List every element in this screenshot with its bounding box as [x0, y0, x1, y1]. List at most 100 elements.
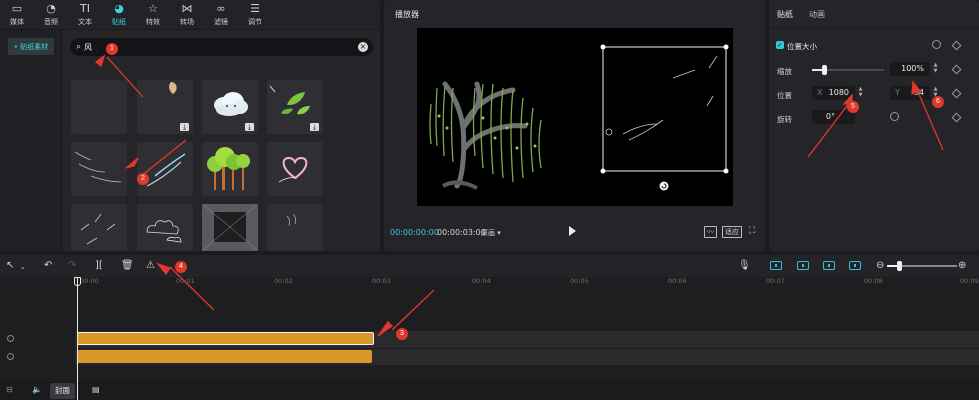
ruler-label: 00:07 — [766, 277, 785, 285]
film-icon[interactable]: ▤ — [92, 383, 100, 396]
keyframe-icon[interactable] — [951, 64, 962, 75]
position-x-input[interactable]: X 1080 — [812, 86, 855, 100]
tab-animation[interactable]: 动画 — [809, 9, 825, 20]
effects-icon: ☆ — [148, 2, 158, 15]
mute-icon[interactable]: 🔈 — [32, 383, 42, 396]
preview-frame — [429, 44, 729, 191]
delete-icon[interactable]: 🗑 — [121, 259, 134, 272]
fullscreen-icon[interactable]: ⛶ — [747, 226, 757, 238]
track-lock-icon[interactable] — [7, 335, 14, 342]
sticker-item[interactable] — [137, 204, 193, 251]
microphone-icon[interactable]: 🎙 — [738, 259, 751, 272]
sticker-item[interactable] — [71, 80, 127, 134]
tab-transitions[interactable]: ⋈ 转场 — [170, 0, 204, 30]
scale-input[interactable]: 100% — [890, 62, 930, 76]
annotation-badge: 2 — [137, 173, 149, 185]
zoom-out-icon[interactable]: ⊖ — [876, 259, 884, 272]
scale-stepper[interactable]: ▲ ▼ — [932, 62, 939, 76]
select-tool-icon[interactable]: ↖ — [6, 259, 14, 272]
sticker-item[interactable] — [202, 204, 258, 251]
playhead[interactable] — [77, 278, 78, 400]
scale-label: 缩放 — [777, 67, 792, 76]
sticker-item[interactable]: ⤓ — [267, 80, 323, 134]
ruler-label: 00:08 — [864, 277, 883, 285]
sticker-item[interactable]: ⤓ — [137, 80, 193, 134]
chevron-down-icon[interactable]: ⌄ — [20, 261, 26, 274]
annotation-badge: 3 — [396, 328, 408, 340]
tab-media[interactable]: ▭ 媒体 — [0, 0, 34, 30]
sticker-item[interactable] — [202, 142, 258, 196]
search-value[interactable]: 风 — [84, 42, 92, 53]
position-size-checkbox[interactable]: ✓ — [776, 41, 784, 49]
sticker-item[interactable] — [267, 204, 323, 251]
download-icon[interactable]: ⤓ — [180, 123, 189, 131]
rotate-value: 0° — [825, 112, 835, 121]
burst-sticker-thumb — [202, 204, 258, 251]
tab-label: 文本 — [78, 18, 92, 26]
keyframe-icon[interactable] — [951, 88, 962, 99]
top-tab-bar: ▭ 媒体 ◔ 音频 TI 文本 ◕ 贴纸 ☆ 特效 ⋈ 转场 ∞ 滤镜 ☰ 调节 — [0, 0, 380, 30]
track-toggle-icon[interactable]: ⊟ — [6, 383, 13, 396]
total-timecode: 00:00:03:00 — [437, 228, 486, 237]
sticker-item[interactable] — [137, 142, 193, 196]
reset-icon[interactable] — [932, 40, 941, 49]
willow-tree-image — [429, 81, 542, 190]
split-icon[interactable]: ][ — [95, 259, 103, 272]
keyframe-icon[interactable] — [951, 40, 962, 51]
ratio-button[interactable]: 适应 — [722, 226, 742, 238]
current-timecode: 00:00:00:00 — [390, 228, 439, 237]
adjust-icon: ☰ — [250, 2, 260, 15]
tab-text[interactable]: TI 文本 — [68, 0, 102, 30]
auto-snap-icon[interactable] — [797, 261, 809, 270]
timeline-toolbar: ↖ ⌄ ↶ ↷ ][ 🗑 ⚠ 🎙 ⊖ ⊕ — [0, 255, 979, 277]
download-icon[interactable]: ⤓ — [245, 123, 254, 131]
media-icon: ▭ — [11, 2, 23, 15]
play-icon[interactable] — [569, 226, 576, 236]
cover-button[interactable]: 封面 — [50, 383, 75, 399]
tab-filters[interactable]: ∞ 滤镜 — [204, 0, 238, 30]
tab-audio[interactable]: ◔ 音频 — [34, 0, 68, 30]
scribble-sticker-thumb — [80, 213, 116, 245]
tab-label: 特效 — [146, 18, 160, 26]
linkage-icon[interactable] — [823, 261, 835, 270]
y-prefix: Y — [895, 88, 900, 97]
material-sidebar: • 贴纸素材 — [0, 30, 62, 251]
tab-sticker[interactable]: 贴纸 — [777, 9, 793, 20]
cloud-outline-sticker-thumb — [146, 220, 182, 243]
waveform-icon[interactable]: 〰 — [704, 226, 717, 238]
scale-slider-handle[interactable] — [822, 65, 828, 75]
zoom-slider-handle[interactable] — [897, 261, 902, 271]
sidebar-item-sticker-material[interactable]: • 贴纸素材 — [8, 38, 54, 55]
position-x-value: 1080 — [828, 88, 849, 97]
sticker-item[interactable] — [71, 204, 127, 251]
close-icon[interactable]: × — [358, 42, 368, 52]
preview-axis-icon[interactable] — [849, 261, 861, 270]
properties-panel: 贴纸 动画 ✓ 位置大小 缩放 100% ▲ ▼ 位置 X 1080 ▲ ▼ Y 9… — [769, 0, 979, 251]
section-title: 位置大小 — [787, 42, 817, 51]
position-y-input[interactable]: Y 94 — [890, 86, 930, 100]
redo-icon[interactable]: ↷ — [68, 259, 76, 272]
rotate-input[interactable]: 0° — [812, 110, 855, 124]
sticker-clip[interactable] — [77, 332, 374, 345]
zoom-in-icon[interactable]: ⊕ — [958, 259, 966, 272]
download-icon[interactable]: ⤓ — [310, 123, 319, 131]
track-lock-icon[interactable] — [7, 353, 14, 360]
rotate-knob-icon[interactable] — [890, 112, 899, 121]
video-clip[interactable] — [77, 350, 372, 363]
main-track-magnet-icon[interactable] — [770, 261, 782, 270]
annotation-badge: 4 — [175, 261, 187, 273]
sticker-selection-box — [600, 44, 729, 191]
tab-adjust[interactable]: ☰ 调节 — [238, 0, 272, 30]
mirror-icon[interactable]: ⚠ — [146, 259, 155, 272]
undo-icon[interactable]: ↶ — [44, 259, 52, 272]
keyframe-icon[interactable] — [951, 112, 962, 123]
sticker-item[interactable]: ⤓ — [202, 80, 258, 134]
sticker-item[interactable] — [267, 142, 323, 196]
position-y-value: 94 — [913, 88, 924, 97]
video-canvas[interactable] — [417, 28, 733, 206]
tab-stickers[interactable]: ◕ 贴纸 — [102, 0, 136, 30]
position-x-stepper[interactable]: ▲ ▼ — [857, 86, 864, 100]
tab-effects[interactable]: ☆ 特效 — [136, 0, 170, 30]
quality-dropdown[interactable]: 原画 ▾ — [481, 228, 501, 238]
sticker-item[interactable] — [71, 142, 127, 196]
